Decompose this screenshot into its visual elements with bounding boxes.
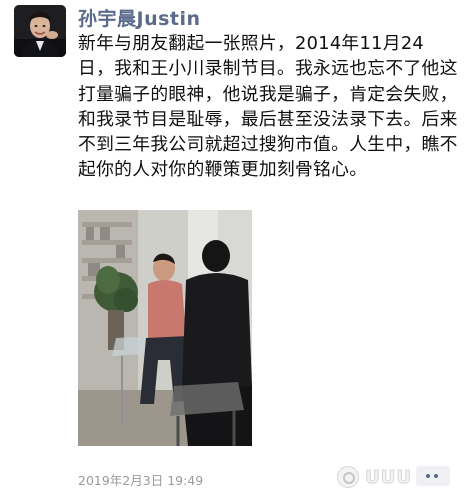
avatar-photo <box>14 5 66 57</box>
watermark: UUU <box>337 466 412 488</box>
post-text: 新年与朋友翻起一张照片，2014年11月24日，我和王小川录制节目。我永远也忘不… <box>78 33 458 181</box>
watermark-text: UUU <box>365 466 412 488</box>
more-dots-icon[interactable] <box>416 466 450 486</box>
post-timestamp: 2019年2月3日 19:49 <box>78 473 204 488</box>
watermark-logo-icon <box>337 466 360 488</box>
post-photo[interactable] <box>78 210 252 446</box>
photo-image <box>78 210 252 446</box>
author-name[interactable]: 孙宇晨Justin <box>78 4 201 31</box>
avatar[interactable] <box>14 5 66 57</box>
